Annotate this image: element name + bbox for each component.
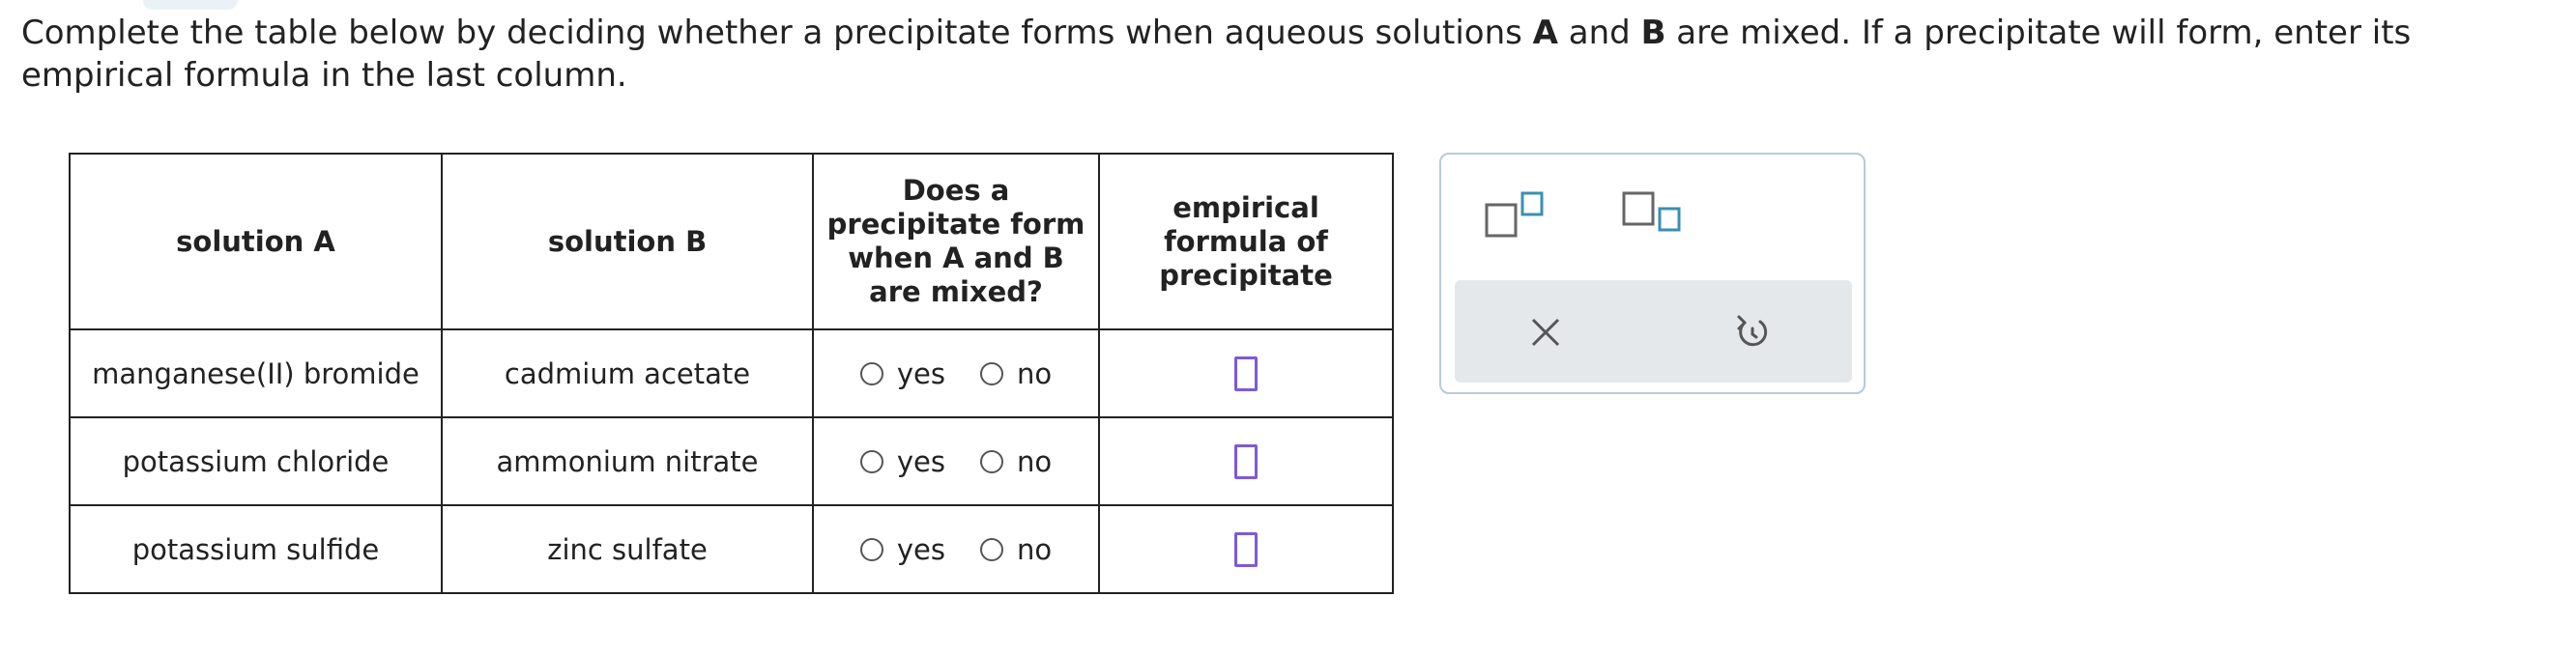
header-precipitate-question-text: Does a precipitate form when A and B are… xyxy=(826,174,1085,308)
header-empirical-formula: empirical formula of precipitate xyxy=(1098,153,1394,330)
cell-solution-b: ammonium nitrate xyxy=(441,416,814,506)
top-tab-indicator xyxy=(143,0,238,10)
radio-circle-icon[interactable] xyxy=(859,449,883,473)
radio-yes-label: yes xyxy=(896,444,945,478)
instructions-part2: and xyxy=(1557,14,1641,52)
formula-input[interactable] xyxy=(1234,532,1258,567)
instructions-text: Complete the table below by deciding whe… xyxy=(21,12,2563,97)
header-empirical-formula-text: empirical formula of precipitate xyxy=(1159,190,1333,292)
formula-tool-panel xyxy=(1439,153,1866,394)
radio-circle-icon[interactable] xyxy=(859,361,883,385)
cell-formula xyxy=(1098,416,1394,506)
precipitate-radio-group: yes no xyxy=(814,445,1098,478)
undo-button[interactable] xyxy=(1731,311,1774,354)
header-solution-a: solution A xyxy=(69,153,443,330)
header-solution-b: solution B xyxy=(441,153,814,330)
table-row: potassium sulfide zinc sulfate yes no xyxy=(69,504,1394,594)
instructions-part1: Complete the table below by deciding whe… xyxy=(21,14,1533,52)
precipitate-radio-group: yes no xyxy=(814,533,1098,566)
clear-button[interactable] xyxy=(1526,313,1565,352)
table-row: potassium chloride ammonium nitrate yes … xyxy=(69,416,1394,506)
cell-precipitate-choice: yes no xyxy=(812,328,1100,418)
cell-solution-b: zinc sulfate xyxy=(441,504,814,594)
table-row: manganese(II) bromide cadmium acetate ye… xyxy=(69,328,1394,418)
subscript-box-icon xyxy=(1622,191,1681,232)
radio-yes-label: yes xyxy=(896,356,945,390)
x-icon xyxy=(1531,318,1560,347)
precipitate-radio-group: yes no xyxy=(814,357,1098,390)
cell-solution-b: cadmium acetate xyxy=(441,328,814,418)
cell-solution-a: manganese(II) bromide xyxy=(69,328,443,418)
cell-formula xyxy=(1098,504,1394,594)
table-header-row: solution A solution B Does a precipitate… xyxy=(69,153,1394,330)
cell-solution-a: potassium sulfide xyxy=(69,504,443,594)
superscript-button[interactable] xyxy=(1484,189,1551,240)
radio-yes[interactable]: yes xyxy=(859,532,945,566)
undo-icon xyxy=(1737,315,1768,347)
cell-precipitate-choice: yes no xyxy=(812,504,1100,594)
formula-input[interactable] xyxy=(1234,356,1258,391)
instructions-solution-b: B xyxy=(1640,14,1666,52)
radio-no-label: no xyxy=(1017,444,1053,478)
subscript-button[interactable] xyxy=(1621,189,1689,240)
radio-yes[interactable]: yes xyxy=(859,356,945,390)
superscript-box-icon xyxy=(1485,191,1544,238)
formula-input[interactable] xyxy=(1234,444,1258,479)
radio-no-label: no xyxy=(1017,356,1053,390)
cell-formula xyxy=(1098,328,1394,418)
radio-no[interactable]: no xyxy=(980,357,1052,390)
radio-no[interactable]: no xyxy=(980,445,1052,478)
radio-circle-icon[interactable] xyxy=(980,449,1003,473)
precipitate-table: solution A solution B Does a precipitate… xyxy=(69,153,1394,594)
action-bar xyxy=(1455,280,1852,383)
radio-no-label: no xyxy=(1017,532,1053,566)
cell-precipitate-choice: yes no xyxy=(812,416,1100,506)
radio-no[interactable]: no xyxy=(980,533,1052,566)
cell-solution-a: potassium chloride xyxy=(69,416,443,506)
instructions-solution-a: A xyxy=(1532,14,1558,52)
radio-yes[interactable]: yes xyxy=(859,444,945,478)
radio-circle-icon[interactable] xyxy=(980,361,1003,385)
radio-yes-label: yes xyxy=(896,532,945,566)
header-precipitate-question: Does a precipitate form when A and B are… xyxy=(812,153,1100,330)
radio-circle-icon[interactable] xyxy=(859,537,883,561)
radio-circle-icon[interactable] xyxy=(980,537,1003,561)
